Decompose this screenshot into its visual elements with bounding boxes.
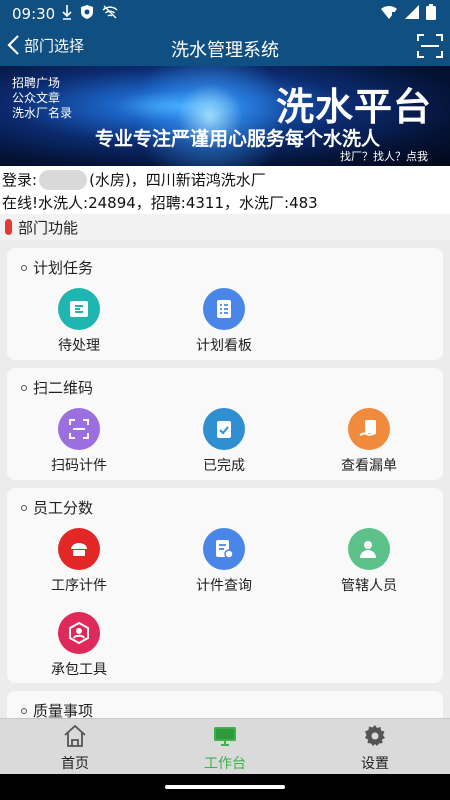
banner-subtext: 找厂？找人？点我 xyxy=(340,150,428,163)
func-label: 计划看板 xyxy=(196,338,252,354)
shield-icon xyxy=(81,5,93,19)
func-label: 查看漏单 xyxy=(341,458,397,474)
func-label: 待处理 xyxy=(58,338,100,354)
system-nav-bar xyxy=(0,774,450,800)
staff-icon xyxy=(348,528,390,570)
scan-button[interactable] xyxy=(416,32,444,64)
banner-slogan: 专业专注严谨用心服务每个水洗人 xyxy=(95,128,381,150)
nav-home[interactable]: 首页 xyxy=(20,723,130,773)
banner-glow xyxy=(120,66,300,166)
banner-headline: 洗水平台 xyxy=(275,85,432,129)
promo-banner[interactable]: 招聘广场 公众文章 洗水厂名录 洗水平台 专业专注严谨用心服务每个水洗人 找厂？… xyxy=(0,66,450,166)
signal-icon xyxy=(405,5,419,19)
status-bar: 09:30 xyxy=(0,0,450,28)
card-title-text: 员工分数 xyxy=(33,499,94,517)
card-title: 员工分数 xyxy=(21,497,93,518)
wifi-off-icon xyxy=(102,5,118,19)
func-process-count[interactable]: 工序计件 xyxy=(19,528,139,595)
online-stats: 在线!水洗人:24894，招聘:4311，水洗厂:483 xyxy=(2,194,318,212)
card-title-text: 计划任务 xyxy=(33,259,94,277)
wifi-icon xyxy=(381,5,397,19)
card-plan-tasks: 计划任务 待处理 计划看板 xyxy=(7,248,443,360)
redacted-username xyxy=(39,169,88,190)
bullet-icon xyxy=(21,264,27,271)
func-label: 已完成 xyxy=(203,458,245,474)
func-completed[interactable]: 已完成 xyxy=(164,408,284,475)
workbench-icon xyxy=(170,723,280,749)
status-time: 09:30 xyxy=(12,5,56,23)
nav-workbench[interactable]: 工作台 xyxy=(170,723,280,773)
card-title-text: 扫二维码 xyxy=(33,379,94,397)
missing-order-icon xyxy=(348,408,390,450)
section-header: 部门功能 xyxy=(0,214,450,240)
completed-icon xyxy=(203,408,245,450)
banner-links: 招聘广场 公众文章 洗水厂名录 xyxy=(12,76,72,121)
battery-icon xyxy=(426,4,436,20)
app-bar: 部门选择 洗水管理系统 xyxy=(0,28,450,66)
banner-link-recruit[interactable]: 招聘广场 xyxy=(12,76,72,91)
home-gesture-handle[interactable] xyxy=(165,785,285,789)
process-count-icon xyxy=(58,528,100,570)
func-label: 承包工具 xyxy=(51,662,107,678)
nav-label: 工作台 xyxy=(204,756,246,772)
nav-label: 首页 xyxy=(61,756,89,772)
func-scan-count[interactable]: 扫码计件 xyxy=(19,408,139,475)
bullet-icon xyxy=(21,707,27,714)
status-system-icons xyxy=(380,4,436,20)
login-info: 登录: (水房)，四川新诺鸿洗水厂 在线!水洗人:24894，招聘:4311，水… xyxy=(0,166,450,214)
func-pending[interactable]: 待处理 xyxy=(19,288,139,355)
bullet-icon xyxy=(21,384,27,391)
banner-link-articles[interactable]: 公众文章 xyxy=(12,91,72,106)
card-title: 扫二维码 xyxy=(21,377,93,398)
bullet-icon xyxy=(21,504,27,511)
count-query-icon xyxy=(203,528,245,570)
card-scan-qr: 扫二维码 扫码计件 已完成 查看漏单 xyxy=(7,368,443,480)
func-label: 计件查询 xyxy=(196,578,252,594)
download-icon xyxy=(62,5,72,20)
bottom-nav: 首页 工作台 设置 xyxy=(0,718,450,774)
card-title: 计划任务 xyxy=(21,257,93,278)
pending-icon xyxy=(58,288,100,330)
section-title: 部门功能 xyxy=(18,219,79,237)
login-prefix: 登录: xyxy=(2,171,38,189)
page-title: 洗水管理系统 xyxy=(171,40,279,61)
scan-icon xyxy=(417,34,443,58)
plan-board-icon xyxy=(203,288,245,330)
banner-link-directory[interactable]: 洗水厂名录 xyxy=(12,106,72,121)
gear-icon xyxy=(320,723,430,749)
func-staff[interactable]: 管辖人员 xyxy=(309,528,429,595)
card-staff-scores: 员工分数 工序计件 计件查询 管辖人员 承包工具 xyxy=(7,488,443,683)
home-icon xyxy=(20,723,130,749)
func-count-query[interactable]: 计件查询 xyxy=(164,528,284,595)
func-label: 管辖人员 xyxy=(341,578,397,594)
status-notification-icons xyxy=(62,4,118,20)
section-marker xyxy=(5,219,12,235)
func-label: 扫码计件 xyxy=(51,458,107,474)
func-contract-tool[interactable]: 承包工具 xyxy=(19,612,139,679)
func-missing-order[interactable]: 查看漏单 xyxy=(309,408,429,475)
func-plan-board[interactable]: 计划看板 xyxy=(164,288,284,355)
scan-count-icon xyxy=(58,408,100,450)
login-suffix: (水房)，四川新诺鸿洗水厂 xyxy=(89,171,266,189)
func-label: 工序计件 xyxy=(51,578,107,594)
nav-label: 设置 xyxy=(361,756,389,772)
login-line: 登录: (水房)，四川新诺鸿洗水厂 xyxy=(2,169,266,190)
contract-tool-icon xyxy=(58,612,100,654)
nav-settings[interactable]: 设置 xyxy=(320,723,430,773)
